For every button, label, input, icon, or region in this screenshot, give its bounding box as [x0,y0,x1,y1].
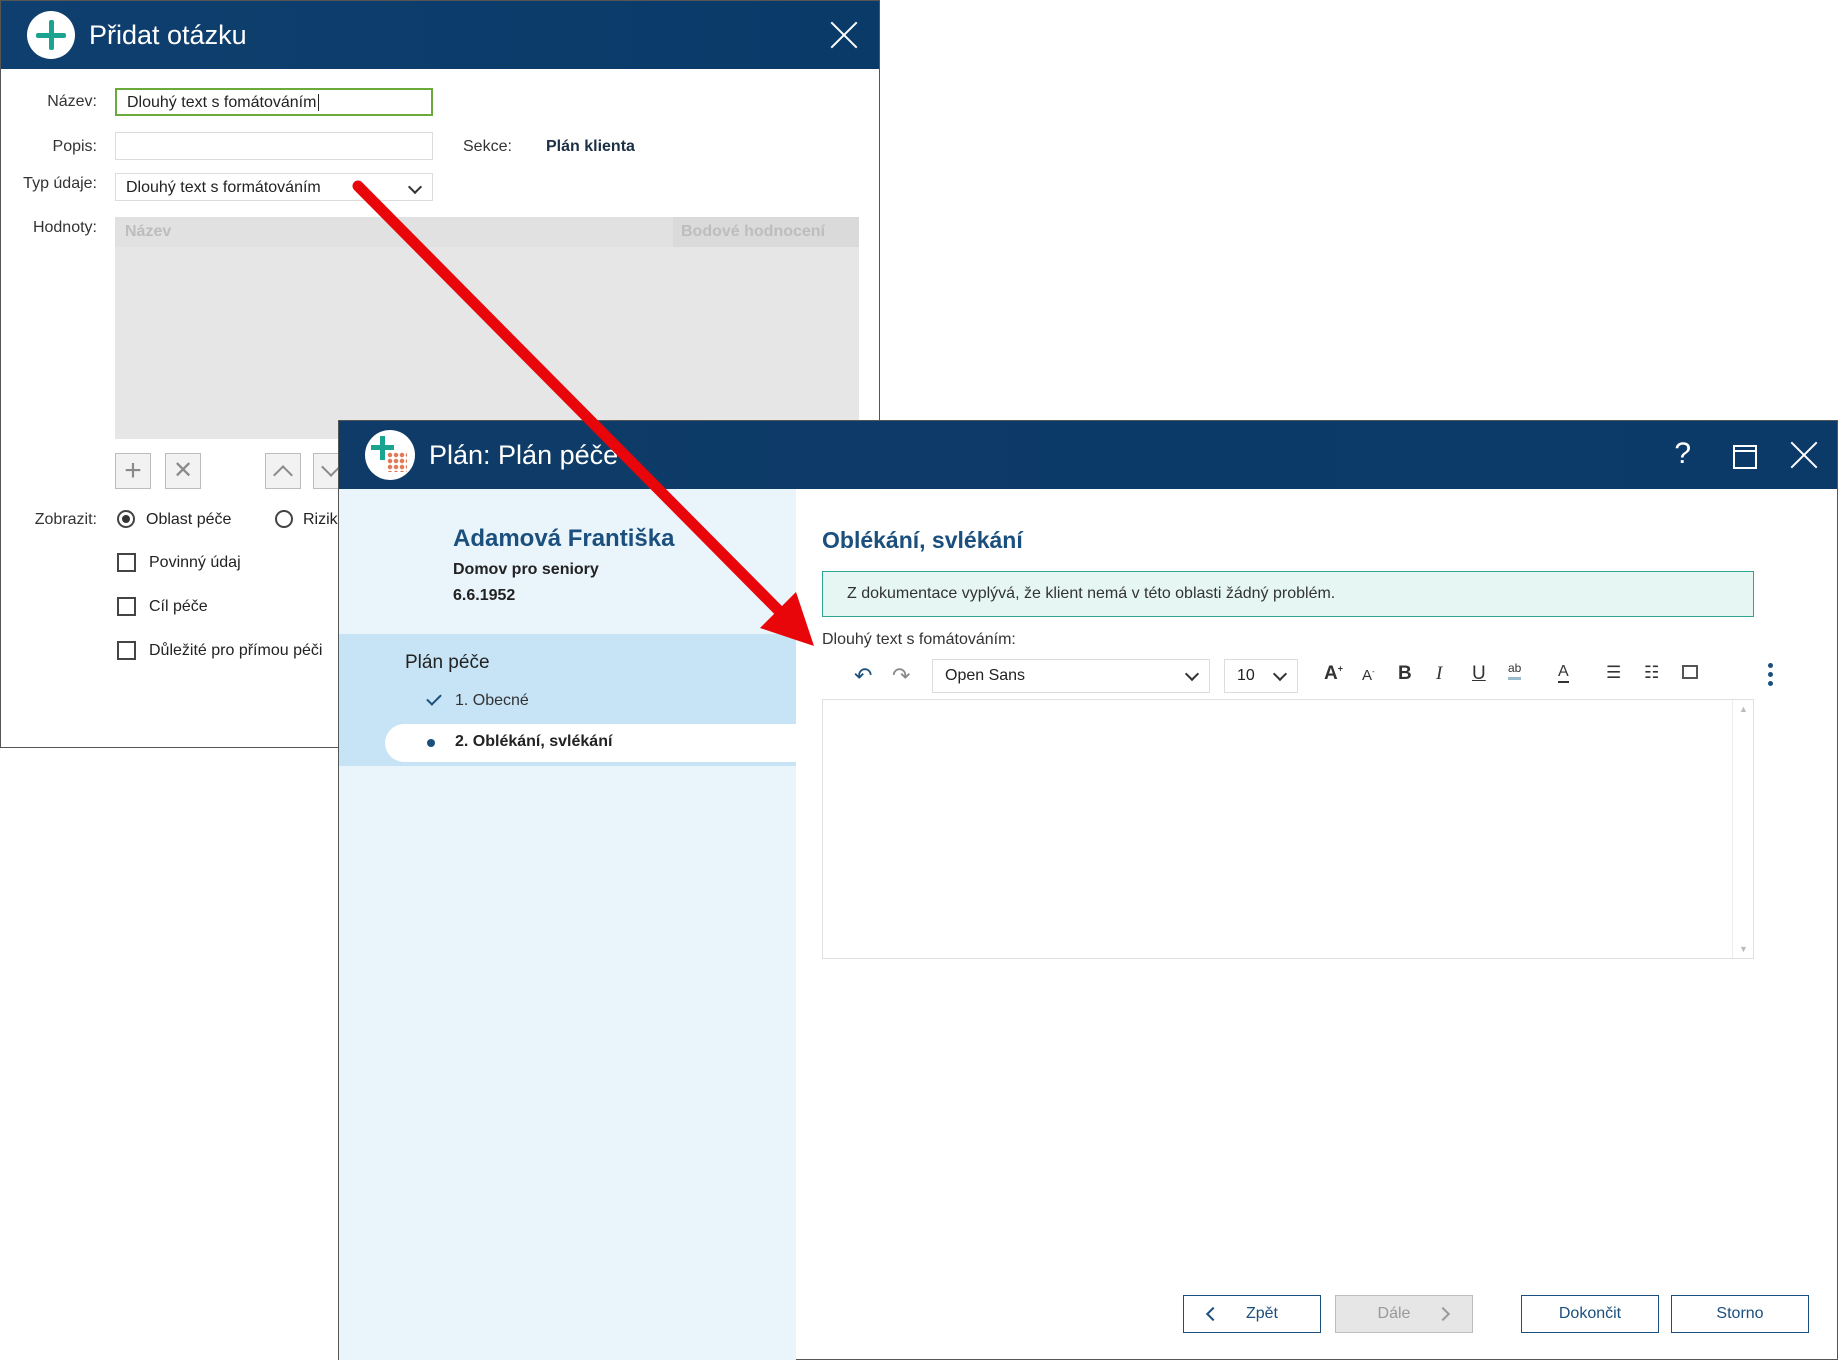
chevron-right-icon [1435,1306,1451,1322]
cancel-button[interactable]: Storno [1671,1295,1809,1333]
add-circle-icon [27,11,75,59]
patient-organization: Domov pro seniory [453,561,599,578]
popis-input[interactable] [115,132,433,160]
font-family-select[interactable]: Open Sans [932,659,1210,693]
grow-font-icon: A [1324,663,1338,684]
maximize-icon[interactable] [1733,445,1757,469]
editor-toolbar: ↶ ↷ Open Sans 10 A+ A- B I U ab A ☰ ☷ [822,657,1773,697]
sidebar: Adamová Františka Domov pro seniory 6.6.… [339,489,796,1360]
chevron-up-icon [273,465,293,485]
app-logo-icon [365,430,415,480]
grow-font-button[interactable]: A+ [1324,663,1343,685]
highlight-button[interactable]: ab [1508,661,1522,680]
editor-scrollbar[interactable]: ▲ ▼ [1732,700,1753,958]
grid-col-name: Název [125,223,172,240]
bullet-icon [427,739,435,747]
dialog1-title: Přidat otázku [89,19,247,50]
hodnoty-label: Hodnoty: [32,219,97,236]
nazev-input[interactable]: Dlouhý text s fomátováním [115,88,433,116]
popis-label: Popis: [52,138,97,155]
editor-content [823,700,1753,720]
image-icon[interactable] [1682,665,1698,679]
shrink-font-icon: A [1362,667,1373,684]
radio-rizika-label: Rizik [303,511,338,528]
nazev-input-value: Dlouhý text s fomátováním [127,94,317,111]
undo-icon[interactable]: ↶ [854,663,872,689]
rich-text-editor[interactable]: ▲ ▼ [822,699,1754,959]
nav-item-oblekani-label: 2. Oblékání, svlékání [455,733,613,750]
radio-oblast-pece[interactable] [117,510,135,528]
checkbox-dulezite[interactable] [117,641,136,660]
close-icon[interactable] [829,20,859,50]
plan-dialog: Plán: Plán péče ? Adamová Františka Domo… [338,420,1838,1360]
dialog2-title: Plán: Plán péče [429,439,619,470]
editor-label: Dlouhý text s fomátováním: [822,631,1016,648]
radio-rizika[interactable] [275,510,293,528]
back-button-label: Zpět [1245,1305,1278,1322]
plan-nav-title: Plán péče [405,652,490,673]
nav-item-oblekani[interactable]: 2. Oblékání, svlékání [385,724,796,762]
chevron-down-icon [1184,666,1200,682]
add-row-button[interactable]: + [115,453,151,489]
italic-button[interactable]: I [1436,663,1442,685]
dialog2-titlebar: Plán: Plán péče ? [339,421,1837,489]
highlight-icon: ab [1508,661,1522,675]
font-color-button[interactable]: A [1558,663,1569,683]
checkbox-cil-pece[interactable] [117,597,136,616]
more-vertical-icon[interactable] [1768,663,1774,690]
checkbox-povinny-udaj[interactable] [117,553,136,572]
bullet-list-icon[interactable]: ☰ [1606,663,1621,683]
next-button-label: Dále [1377,1305,1411,1322]
values-grid-header: Název Bodové hodnocení [115,217,859,247]
move-up-button[interactable] [265,453,301,489]
info-box: Z dokumentace vyplývá, že klient nemá v … [822,571,1754,617]
zobrazit-label: Zobrazit: [34,511,97,528]
typ-select[interactable]: Dlouhý text s formátováním [115,173,433,201]
sekce-value: Plán klienta [546,138,635,155]
close-icon[interactable] [1789,440,1819,470]
remove-row-button[interactable]: ✕ [165,453,201,489]
chevron-down-icon [407,179,423,195]
font-size-select[interactable]: 10 [1224,659,1298,693]
plan-nav: Plán péče 1. Obecné 2. Oblékání, svlékán… [339,634,796,766]
patient-name: Adamová Františka [453,525,675,552]
typ-select-value: Dlouhý text s formátováním [126,179,321,196]
plus-icon: + [124,454,142,487]
grid-col-score: Bodové hodnocení [673,217,859,247]
underline-button[interactable]: U [1472,663,1486,685]
font-family-value: Open Sans [945,667,1026,684]
next-button[interactable]: Dále [1335,1295,1473,1333]
font-size-value: 10 [1237,667,1255,684]
redo-icon[interactable]: ↷ [892,663,910,689]
nazev-label: Název: [47,93,97,110]
values-grid[interactable]: Název Bodové hodnocení [115,217,859,439]
x-icon: ✕ [172,457,194,484]
numbered-list-icon[interactable]: ☷ [1644,663,1659,683]
checkbox-cil-pece-label: Cíl péče [149,598,208,615]
typ-label: Typ údaje: [23,175,97,192]
radio-oblast-pece-label: Oblast péče [146,511,232,528]
nav-item-obecne[interactable]: 1. Obecné [426,690,529,710]
bold-button[interactable]: B [1398,663,1412,685]
dialog1-titlebar: Přidat otázku [1,1,879,69]
help-icon[interactable]: ? [1674,437,1691,471]
checkbox-dulezite-label: Důležité pro přímou péči [149,642,323,659]
scroll-down-icon[interactable]: ▼ [1739,944,1748,954]
nav-item-obecne-label: 1. Obecné [455,692,529,709]
back-button[interactable]: Zpět [1183,1295,1321,1333]
chevron-down-icon [1272,666,1288,682]
section-title: Oblékání, svlékání [822,527,1023,553]
finish-button[interactable]: Dokončit [1521,1295,1659,1333]
checkbox-povinny-udaj-label: Povinný údaj [149,554,241,571]
check-icon [426,690,442,706]
patient-birthdate: 6.6.1952 [453,587,516,604]
sekce-label: Sekce: [463,138,512,155]
chevron-left-icon [1205,1306,1221,1322]
scroll-up-icon[interactable]: ▲ [1739,704,1748,714]
shrink-font-button[interactable]: A- [1362,667,1375,684]
